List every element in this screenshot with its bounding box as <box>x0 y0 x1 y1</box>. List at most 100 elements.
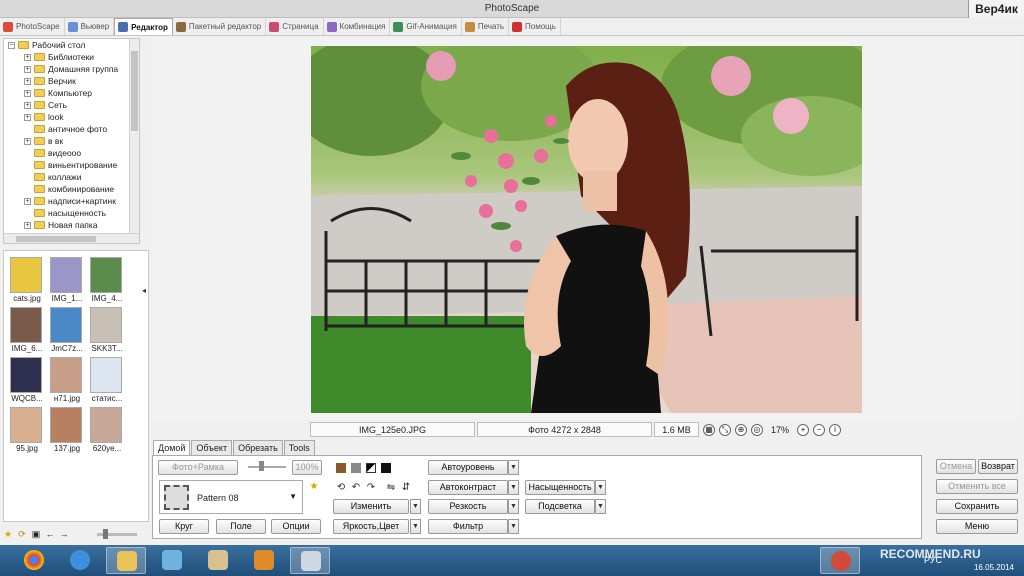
tab-editor[interactable]: Редактор <box>114 18 173 35</box>
folder-tree[interactable]: − Рабочий стол + Библиотеки + Домашняя группа… <box>3 38 140 244</box>
brightness-color-button[interactable]: Яркость,Цвет <box>333 519 409 534</box>
chrome-icon[interactable] <box>14 547 54 574</box>
thumbnail-item[interactable]: SKK3T... <box>87 307 125 355</box>
thumbnail-item[interactable]: статис... <box>87 357 125 405</box>
menu-button[interactable]: Меню <box>936 519 1018 534</box>
thumbnail-item[interactable]: cats.jpg <box>7 257 45 305</box>
tree-item[interactable]: + Верчик <box>4 75 139 87</box>
tree-item[interactable]: + look <box>4 111 139 123</box>
expand-toggle-icon[interactable]: + <box>24 222 31 229</box>
fit-screen-icon[interactable]: ▦ <box>703 423 715 436</box>
thumbnail-item[interactable]: JmC7z... <box>47 307 85 355</box>
tree-item[interactable]: + Библиотеки <box>4 51 139 63</box>
tree-item[interactable]: комбинирование <box>4 183 139 195</box>
favorite-star-icon[interactable]: ★ <box>309 482 319 492</box>
flip-horizontal-icon[interactable]: ⇋ <box>386 483 396 493</box>
tree-item[interactable]: коллажи <box>4 171 139 183</box>
info-icon[interactable]: i <box>829 423 842 436</box>
tree-item[interactable]: + Сеть <box>4 99 139 111</box>
thumbnail-item[interactable]: IMG_4... <box>87 257 125 305</box>
tree-item[interactable]: античное фото <box>4 123 139 135</box>
paint-icon[interactable] <box>198 547 238 574</box>
thumbnail-item[interactable]: 620уе... <box>87 407 125 455</box>
expand-toggle-icon[interactable]: + <box>24 54 31 61</box>
resize-dropdown[interactable]: ▼ <box>410 499 421 514</box>
tree-item[interactable]: + Новая папка <box>4 219 139 231</box>
frame-percent-field[interactable]: 100% <box>292 460 322 475</box>
editor-canvas[interactable] <box>152 38 1020 420</box>
sharpness-dropdown[interactable]: ▼ <box>508 499 519 514</box>
pattern-select[interactable]: Pattern 08 ▼ <box>159 480 303 514</box>
tab-gif[interactable]: Gif-Анимация <box>390 18 462 35</box>
expand-toggle-icon[interactable]: + <box>24 78 31 85</box>
tab-tools[interactable]: Tools <box>283 440 315 455</box>
tab-crop[interactable]: Обрезать <box>233 440 283 455</box>
thumbnail-item[interactable]: 137.jpg <box>47 407 85 455</box>
tree-item[interactable]: виньентирование <box>4 159 139 171</box>
file-explorer-icon[interactable] <box>106 547 146 574</box>
zoom-window-icon[interactable]: ⊕ <box>735 423 747 436</box>
saturation-button[interactable]: Насыщенность <box>525 480 595 495</box>
negative-icon[interactable] <box>381 463 391 473</box>
tree-item[interactable]: + в вк <box>4 135 139 147</box>
tree-horizontal-scrollbar[interactable] <box>4 233 139 243</box>
fields-button[interactable]: Поле <box>216 519 266 534</box>
tab-batch[interactable]: Пакетный редактор <box>173 18 267 35</box>
tab-photoscape[interactable]: PhotoScape <box>0 18 65 35</box>
rotate-ccw-icon[interactable]: ↶ <box>351 483 361 493</box>
tree-item[interactable]: видеооо <box>4 147 139 159</box>
thumbnail-item[interactable]: н71.jpg <box>47 357 85 405</box>
flip-vertical-icon[interactable]: ⇵ <box>401 483 411 493</box>
photoscape-taskbar-icon[interactable] <box>290 547 330 574</box>
undo-all-button[interactable]: Отменить все <box>936 479 1018 494</box>
app-icon-blue[interactable] <box>152 547 192 574</box>
save-button[interactable]: Сохранить <box>936 499 1018 514</box>
options-button[interactable]: Опции <box>271 519 321 534</box>
expand-toggle-icon[interactable]: + <box>24 90 31 97</box>
expand-toggle-icon[interactable]: + <box>24 114 31 121</box>
arrow-left-icon[interactable]: ← <box>45 529 55 539</box>
tab-help[interactable]: Помощь <box>509 18 561 35</box>
expand-toggle-icon[interactable]: + <box>24 138 31 145</box>
star-icon[interactable]: ★ <box>3 529 13 539</box>
camera-icon[interactable]: ▣ <box>31 529 41 539</box>
tree-item[interactable]: + Домашняя группа <box>4 63 139 75</box>
frame-slider-knob[interactable] <box>259 461 264 471</box>
tree-item[interactable]: + Компьютер <box>4 87 139 99</box>
auto-level-button[interactable]: Автоуровень <box>428 460 508 475</box>
undo-button[interactable]: Отмена <box>936 459 976 474</box>
tree-item[interactable]: − Рабочий стол <box>4 39 139 51</box>
rotate-cw-icon[interactable]: ↷ <box>366 483 376 493</box>
actual-size-icon[interactable]: ⤡ <box>719 423 731 436</box>
grayscale-icon[interactable] <box>351 463 361 473</box>
tab-page[interactable]: Страница <box>266 18 324 35</box>
thumbnail-item[interactable]: WQCB... <box>7 357 45 405</box>
thumbnail-size-slider[interactable] <box>97 528 137 539</box>
zoom-fit-icon[interactable]: ◎ <box>751 423 763 436</box>
tree-item[interactable]: насыщенность <box>4 207 139 219</box>
internet-explorer-icon[interactable] <box>60 547 100 574</box>
tab-home[interactable]: Домой <box>153 440 191 455</box>
resize-button[interactable]: Изменить <box>333 499 409 514</box>
auto-contrast-button[interactable]: Автоконтраст <box>428 480 508 495</box>
auto-level-dropdown[interactable]: ▼ <box>508 460 519 475</box>
backlight-button[interactable]: Подсветка <box>525 499 595 514</box>
auto-contrast-dropdown[interactable]: ▼ <box>508 480 519 495</box>
backlight-dropdown[interactable]: ▼ <box>595 499 606 514</box>
brightness-color-dropdown[interactable]: ▼ <box>410 519 421 534</box>
saturation-dropdown[interactable]: ▼ <box>595 480 606 495</box>
circle-button[interactable]: Круг <box>159 519 209 534</box>
zoom-out-icon[interactable]: − <box>813 423 826 436</box>
tree-item[interactable]: + надписи+картинк <box>4 195 139 207</box>
collapse-panel-icon[interactable]: ◂ <box>142 286 146 295</box>
arrow-right-icon[interactable]: → <box>59 529 69 539</box>
redo-button[interactable]: Возврат <box>978 459 1018 474</box>
thumbnail-item[interactable]: 95.jpg <box>7 407 45 455</box>
expand-toggle-icon[interactable]: + <box>24 66 31 73</box>
blackwhite-icon[interactable] <box>366 463 376 473</box>
sharpness-button[interactable]: Резкость <box>428 499 508 514</box>
filter-button[interactable]: Фильтр <box>428 519 508 534</box>
expand-toggle-icon[interactable]: + <box>24 198 31 205</box>
tab-combine[interactable]: Комбинация <box>324 18 391 35</box>
zoom-in-icon[interactable]: + <box>797 423 810 436</box>
